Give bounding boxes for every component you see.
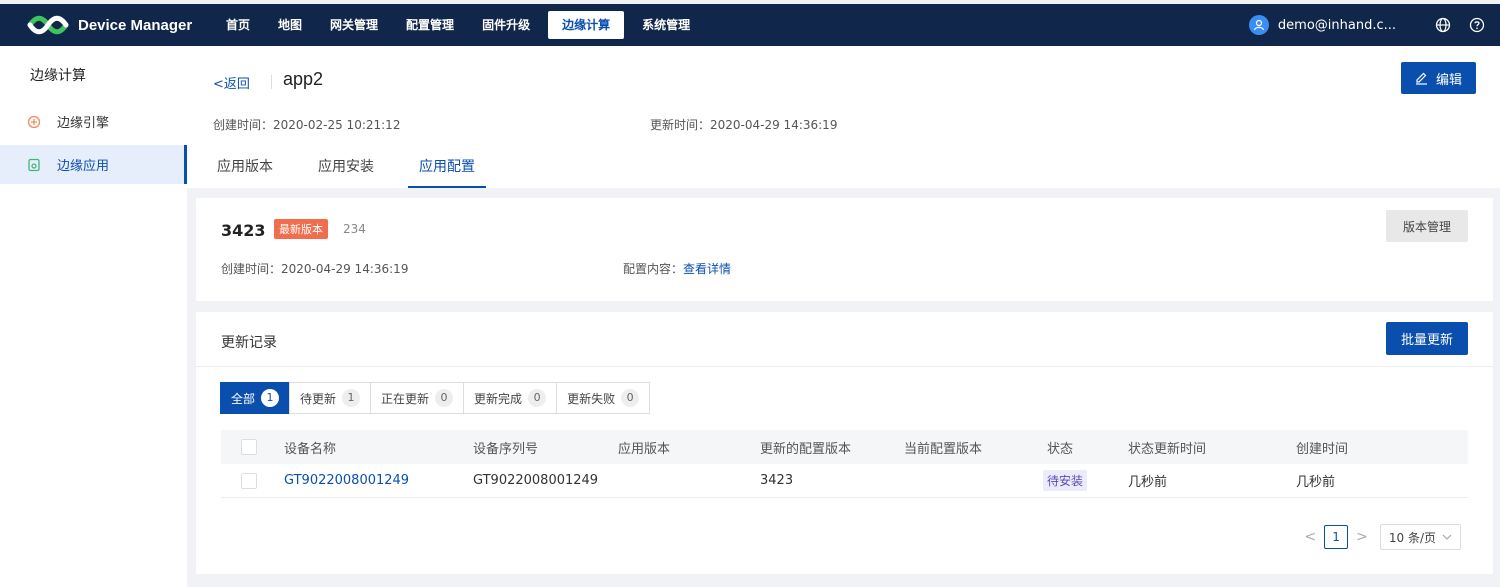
filter-count: 0 xyxy=(621,389,640,407)
filter-label: 更新失败 xyxy=(567,391,616,406)
status-badge: 待安装 xyxy=(1043,470,1088,491)
tab-bar: 应用版本 应用安装 应用配置 xyxy=(217,156,531,188)
filter-failed[interactable]: 更新失败 0 xyxy=(556,382,651,414)
version-card: 3423 最新版本 234 版本管理 创建时间：2020-04-29 14:36… xyxy=(196,198,1493,301)
column-app-version[interactable]: 应用版本 xyxy=(618,438,670,457)
back-label: 返回 xyxy=(223,77,250,92)
version-created-time: 创建时间：2020-04-29 14:36:19 xyxy=(221,262,409,276)
records-title: 更新记录 xyxy=(221,335,277,351)
config-content: 配置内容：查看详情 xyxy=(623,260,731,277)
device-serial: GT9022008001249 xyxy=(473,473,599,488)
row-checkbox[interactable] xyxy=(241,473,257,489)
main-nav: 首页 地图 网关管理 配置管理 固件升级 边缘计算 系统管理 xyxy=(212,4,704,46)
tab-app-install[interactable]: 应用安装 xyxy=(318,156,374,188)
table-row[interactable]: GT9022008001249 GT9022008001249 3423 待安装… xyxy=(221,464,1468,498)
chevron-left-icon: < xyxy=(213,77,224,92)
logo[interactable]: Device Manager xyxy=(0,14,204,36)
nav-map[interactable]: 地图 xyxy=(264,11,316,39)
edit-button[interactable]: 编辑 xyxy=(1401,62,1476,94)
table-header: 设备名称 设备序列号 应用版本 更新的配置版本 当前配置版本 状态 状态更新时间… xyxy=(221,430,1468,464)
user-icon xyxy=(1253,19,1265,31)
column-serial[interactable]: 设备序列号 xyxy=(473,438,538,457)
sidebar: 边缘计算 边缘引擎 边缘应用 xyxy=(0,46,187,587)
column-current-config[interactable]: 当前配置版本 xyxy=(904,438,982,457)
edit-icon xyxy=(1415,72,1427,85)
chevron-left-icon[interactable]: < xyxy=(1304,529,1316,545)
nav-edge-computing[interactable]: 边缘计算 xyxy=(548,11,625,39)
sidebar-item-edge-app[interactable]: 边缘应用 xyxy=(0,145,187,184)
config-version: 3423 xyxy=(221,221,266,240)
column-updated-config[interactable]: 更新的配置版本 xyxy=(760,438,851,457)
select-all-checkbox[interactable] xyxy=(241,439,257,455)
edit-label: 编辑 xyxy=(1435,72,1462,88)
records-table: 设备名称 设备序列号 应用版本 更新的配置版本 当前配置版本 状态 状态更新时间… xyxy=(221,430,1468,498)
tab-app-version[interactable]: 应用版本 xyxy=(217,156,273,188)
filter-label: 更新完成 xyxy=(474,391,523,406)
page-number[interactable]: 1 xyxy=(1324,525,1349,549)
created-time: 创建时间：2020-02-25 10:21:12 xyxy=(213,118,401,132)
filter-count: 0 xyxy=(528,389,547,407)
pagination: < 1 > 10 条/页 xyxy=(1296,524,1461,550)
sidebar-title: 边缘计算 xyxy=(30,68,86,84)
status-update-time: 几秒前 xyxy=(1128,475,1168,490)
top-navbar: Device Manager 首页 地图 网关管理 配置管理 固件升级 边缘计算… xyxy=(0,4,1500,46)
filter-label: 正在更新 xyxy=(381,391,430,406)
nav-config[interactable]: 配置管理 xyxy=(392,11,468,39)
version-description: 234 xyxy=(343,222,366,236)
created-time: 几秒前 xyxy=(1296,475,1336,490)
status-filter-group: 全部 1 待更新 1 正在更新 0 更新完成 0 更新失败 0 xyxy=(220,382,651,414)
filter-updating[interactable]: 正在更新 0 xyxy=(370,382,465,414)
avatar[interactable] xyxy=(1248,15,1269,35)
divider xyxy=(271,75,272,89)
nav-system[interactable]: 系统管理 xyxy=(628,11,704,39)
chevron-down-icon xyxy=(1442,534,1452,540)
sidebar-item-label: 边缘引擎 xyxy=(57,116,110,131)
logo-icon xyxy=(27,15,69,35)
config-content-label: 配置内容： xyxy=(623,262,684,276)
column-status-time[interactable]: 状态更新时间 xyxy=(1128,438,1206,457)
page-size-select[interactable]: 10 条/页 xyxy=(1379,524,1461,550)
page-title: app2 xyxy=(283,69,324,89)
app-header: <返回 app2 编辑 创建时间：2020-02-25 10:21:12 更新时… xyxy=(187,46,1500,188)
divider xyxy=(196,366,1493,367)
batch-update-button[interactable]: 批量更新 xyxy=(1386,322,1468,355)
back-link[interactable]: <返回 xyxy=(213,73,250,92)
app-icon xyxy=(27,158,41,172)
device-name-link[interactable]: GT9022008001249 xyxy=(284,473,409,488)
filter-count: 0 xyxy=(435,389,454,407)
column-device-name[interactable]: 设备名称 xyxy=(284,438,336,457)
globe-icon[interactable] xyxy=(1434,16,1452,34)
filter-completed[interactable]: 更新完成 0 xyxy=(463,382,558,414)
filter-label: 全部 xyxy=(231,391,256,406)
filter-pending[interactable]: 待更新 1 xyxy=(289,382,372,414)
nav-firmware[interactable]: 固件升级 xyxy=(468,11,544,39)
chevron-right-icon[interactable]: > xyxy=(1356,529,1368,545)
page-size-value: 10 条/页 xyxy=(1388,530,1436,545)
filter-label: 待更新 xyxy=(300,391,337,406)
filter-count: 1 xyxy=(342,389,361,407)
user-email[interactable]: demo@inhand.c... xyxy=(1278,18,1396,33)
engine-icon xyxy=(27,115,41,129)
column-created[interactable]: 创建时间 xyxy=(1296,438,1348,457)
tab-app-config[interactable]: 应用配置 xyxy=(408,156,486,188)
view-details-link[interactable]: 查看详情 xyxy=(683,262,731,276)
sidebar-item-edge-engine[interactable]: 边缘引擎 xyxy=(0,102,187,141)
filter-count: 1 xyxy=(261,389,280,407)
updated-time: 更新时间：2020-04-29 14:36:19 xyxy=(650,118,838,132)
nav-gateway[interactable]: 网关管理 xyxy=(316,11,392,39)
column-status[interactable]: 状态 xyxy=(1047,438,1073,457)
latest-badge: 最新版本 xyxy=(274,219,328,239)
update-records-card: 更新记录 批量更新 全部 1 待更新 1 正在更新 0 更新完成 0 更新失败 … xyxy=(196,312,1493,574)
version-manage-button[interactable]: 版本管理 xyxy=(1386,210,1468,242)
app-title: Device Manager xyxy=(78,16,193,34)
filter-all[interactable]: 全部 1 xyxy=(220,382,291,414)
updated-config-version: 3423 xyxy=(760,473,794,488)
sidebar-item-label: 边缘应用 xyxy=(57,159,110,174)
help-icon[interactable] xyxy=(1468,16,1486,34)
nav-home[interactable]: 首页 xyxy=(212,11,264,39)
